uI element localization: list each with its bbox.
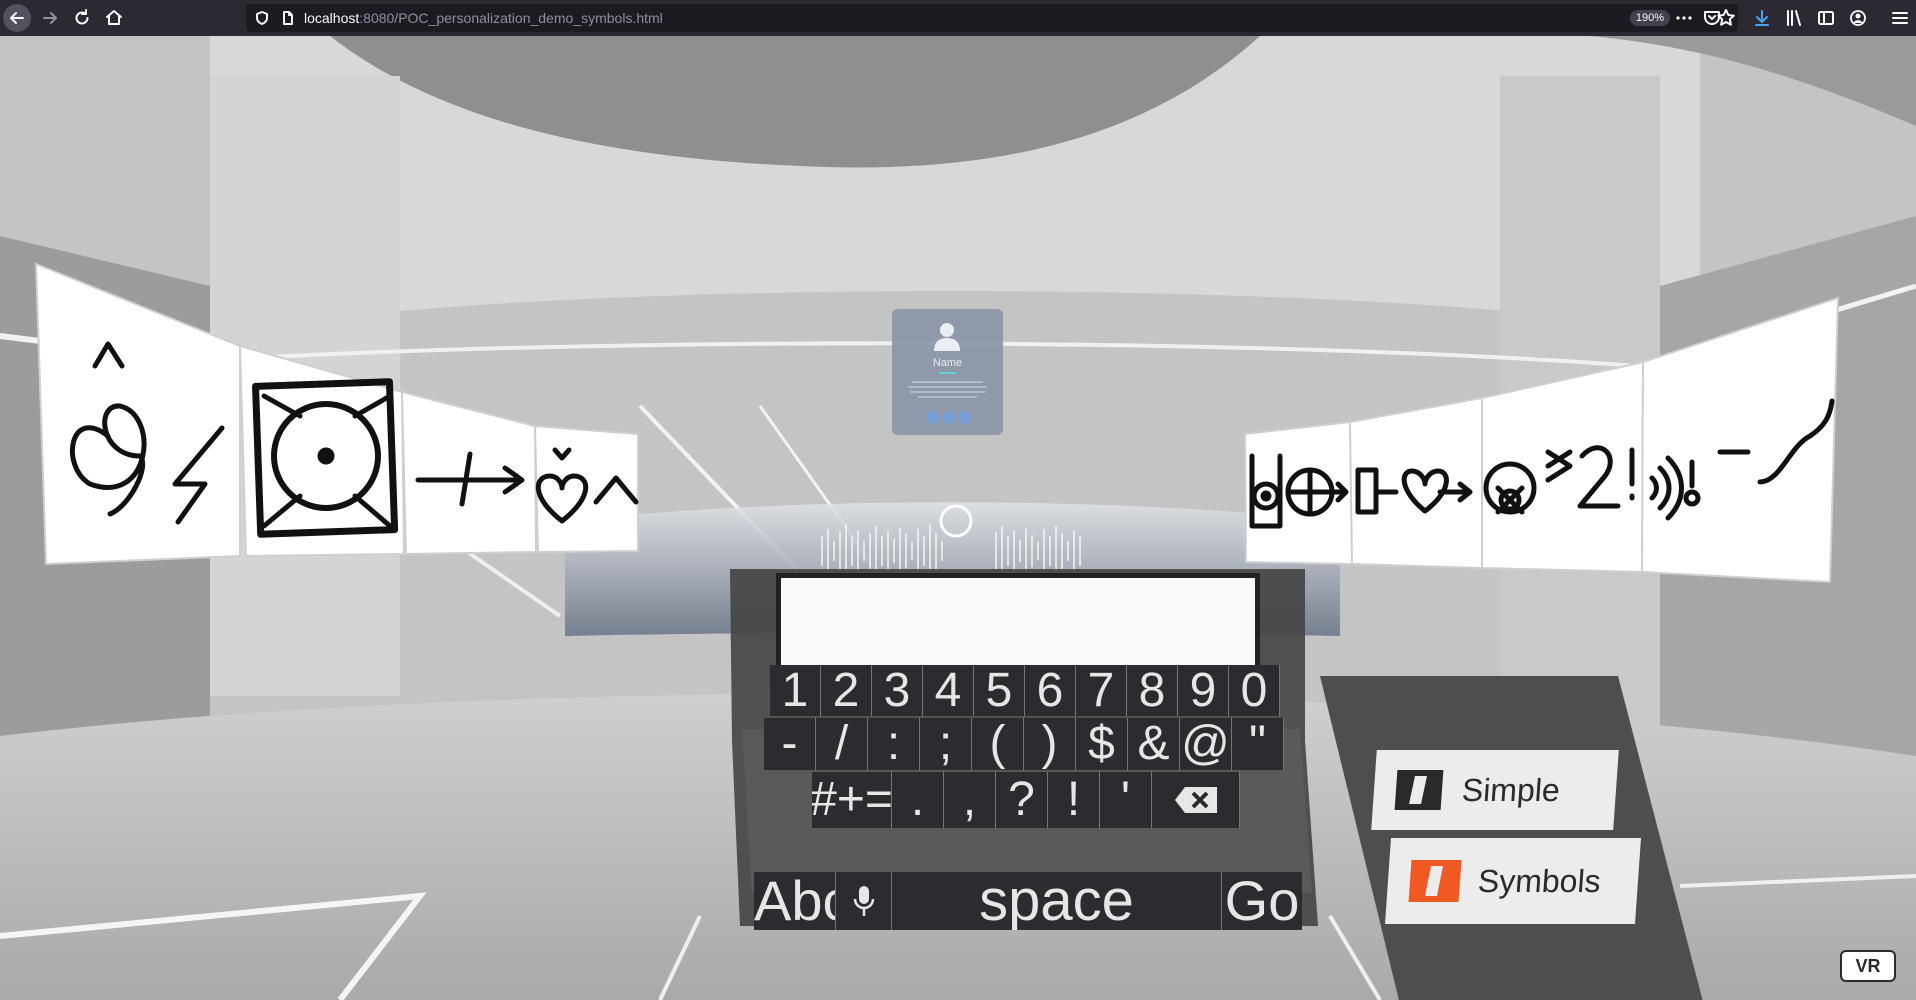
key-8[interactable]: 8 — [1127, 665, 1178, 716]
profile-description-lines — [908, 381, 987, 398]
key-9[interactable]: 9 — [1178, 665, 1229, 716]
key-6[interactable]: 6 — [1025, 665, 1076, 716]
vr-scene: Name 1 2 3 4 5 6 7 8 9 0 - / : ; () $ &… — [0, 36, 1916, 1000]
key-colon[interactable]: : — [868, 718, 920, 770]
reload-icon — [75, 9, 89, 25]
key-3[interactable]: 3 — [872, 665, 923, 716]
key-4[interactable]: 4 — [923, 665, 974, 716]
shield-icon[interactable] — [254, 10, 270, 26]
back-button[interactable] — [3, 4, 31, 32]
keyboard-row-3: #+= . , ? ! ' — [812, 772, 1240, 828]
key-abc[interactable]: Abc — [754, 872, 836, 930]
simple-mode-button[interactable]: Simple — [1371, 750, 1619, 830]
profile-name-underline — [939, 372, 956, 374]
url-path: :8080/POC_personalization_demo_symbols.h… — [359, 10, 663, 26]
sidebar-icon — [1818, 11, 1834, 25]
page-icon — [283, 11, 293, 25]
account-icon — [1850, 10, 1866, 26]
url-bar[interactable]: localhost:8080/POC_personalization_demo_… — [246, 4, 1738, 32]
key-dollar[interactable]: $ — [1076, 718, 1128, 770]
simple-mode-icon — [1394, 770, 1444, 810]
key-5[interactable]: 5 — [974, 665, 1025, 716]
keyboard-row-punctuation: - / : ; ( ) $ & @ " — [764, 718, 1284, 770]
profile-name: Name — [932, 357, 963, 369]
key-semicolon[interactable]: ; — [920, 718, 972, 770]
downloads-button[interactable] — [1748, 4, 1776, 32]
key-2[interactable]: 2 — [821, 665, 872, 716]
backspace-key[interactable] — [1152, 772, 1240, 828]
symbols-mode-button[interactable]: Symbols — [1384, 838, 1642, 924]
key-period[interactable]: . — [892, 772, 944, 828]
zoom-level-badge[interactable]: 190% — [1629, 10, 1670, 26]
keyboard-row-numbers: 1 2 3 4 5 6 7 8 9 0 — [770, 665, 1280, 716]
space-key[interactable]: space — [892, 872, 1222, 930]
symbols-mode-icon — [1408, 860, 1462, 902]
key-7[interactable]: 7 — [1076, 665, 1127, 716]
key-1[interactable]: 1 — [770, 665, 821, 716]
url-text[interactable]: localhost:8080/POC_personalization_demo_… — [304, 10, 663, 26]
sidebar-button[interactable] — [1812, 4, 1840, 32]
key-comma[interactable]: , — [944, 772, 996, 828]
profile-card[interactable]: Name — [892, 309, 1003, 435]
microphone-icon — [853, 886, 874, 916]
toolbar-right-group — [1748, 4, 1914, 32]
account-button[interactable] — [1844, 4, 1872, 32]
key-more-symbols[interactable]: #+= — [812, 772, 892, 828]
menu-button[interactable] — [1886, 4, 1914, 32]
key-slash[interactable]: / — [816, 718, 868, 770]
forward-button[interactable] — [36, 4, 64, 32]
key-at[interactable]: @ — [1180, 718, 1232, 770]
symbols-mode-label: Symbols — [1476, 862, 1602, 899]
home-icon — [106, 10, 122, 25]
key-quote[interactable]: " — [1232, 718, 1284, 770]
bookmark-star-icon[interactable] — [1716, 8, 1736, 28]
download-icon — [1755, 10, 1769, 26]
key-microphone[interactable] — [836, 872, 892, 930]
simple-mode-label: Simple — [1460, 771, 1562, 808]
key-hyphen[interactable]: - — [764, 718, 816, 770]
key-close-paren[interactable]: ) — [1024, 718, 1076, 770]
library-button[interactable] — [1780, 4, 1808, 32]
key-question[interactable]: ? — [996, 772, 1048, 828]
forward-arrow-icon — [43, 12, 57, 24]
profile-dot-1[interactable] — [926, 411, 939, 424]
library-icon — [1787, 10, 1801, 26]
key-exclamation[interactable]: ! — [1048, 772, 1100, 828]
hamburger-menu-icon — [1892, 12, 1908, 24]
user-avatar-icon — [934, 323, 960, 351]
home-button[interactable] — [100, 4, 128, 32]
profile-dot-2[interactable] — [942, 411, 955, 424]
key-ampersand[interactable]: & — [1128, 718, 1180, 770]
profile-dot-3[interactable] — [958, 411, 971, 424]
backspace-icon — [1174, 787, 1217, 813]
go-key[interactable]: Go — [1222, 872, 1302, 930]
reload-button[interactable] — [68, 4, 96, 32]
keyboard-row-bottom: Abc space Go — [754, 872, 1302, 930]
enter-vr-button[interactable]: VR — [1840, 950, 1896, 982]
key-apostrophe[interactable]: ' — [1100, 772, 1152, 828]
back-arrow-icon — [10, 12, 24, 24]
key-0[interactable]: 0 — [1229, 665, 1280, 716]
more-options-icon[interactable] — [1674, 8, 1694, 28]
browser-toolbar: localhost:8080/POC_personalization_demo_… — [0, 0, 1916, 36]
url-host: localhost — [304, 10, 360, 26]
key-open-paren[interactable]: ( — [972, 718, 1024, 770]
